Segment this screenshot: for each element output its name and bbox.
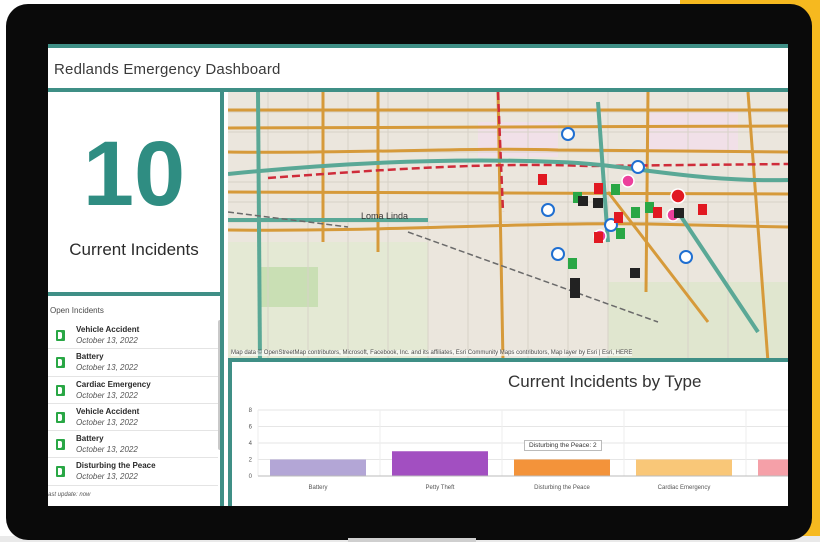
incident-date: October 13, 2022 [76, 417, 138, 427]
x-tick-label: Cardiac Emergency [658, 485, 711, 491]
y-tick-label: 8 [249, 408, 253, 414]
map-canvas [228, 92, 788, 358]
bar-respi[interactable] [758, 459, 788, 477]
list-item[interactable]: Cardiac Emergency October 13, 2022 [48, 377, 218, 404]
device-notch [348, 538, 476, 542]
incident-date: October 13, 2022 [76, 472, 138, 482]
chart-tooltip: Disturbing the Peace: 2 [524, 440, 602, 451]
open-incidents-panel: Open Incidents Vehicle Accident October … [48, 296, 224, 506]
incident-count-indicator: 10 Current Incidents [48, 92, 224, 296]
dashboard-header: Redlands Emergency Dashboard [48, 44, 788, 92]
incident-marker-icon [56, 411, 65, 423]
dashboard-screen: Redlands Emergency Dashboard 10 Current … [48, 44, 788, 506]
incident-name: Battery [76, 434, 104, 444]
bar-petty-theft[interactable] [392, 451, 488, 476]
list-item[interactable]: Battery October 13, 2022 [48, 349, 218, 377]
incident-count-value: 10 [82, 123, 186, 225]
x-tick-label: Battery [308, 485, 327, 491]
y-tick-label: 4 [249, 441, 253, 447]
bar-disturbing-the-peace[interactable] [514, 459, 610, 477]
incident-count-label: Current Incidents [69, 240, 199, 259]
list-scrollbar[interactable] [218, 320, 220, 450]
incident-date: October 13, 2022 [76, 336, 138, 345]
incident-name: Vehicle Accident [76, 406, 140, 416]
incidents-by-type-chart: Current Incidents by Type 0 2 4 6 8 Battery Pe… [228, 362, 788, 506]
bar-battery[interactable] [270, 459, 366, 477]
incident-marker-icon [56, 330, 65, 341]
list-item[interactable]: Disturbing the Peace October 13, 2022 [48, 458, 218, 486]
open-incidents-list: Vehicle Accident October 13, 2022 Batter… [48, 322, 218, 486]
last-update-text: ast update: now [48, 492, 91, 498]
list-item[interactable]: Vehicle Accident October 13, 2022 [48, 322, 218, 350]
map-place-label: Loma Linda [361, 211, 409, 221]
open-incidents-title: Open Incidents [50, 306, 104, 315]
incident-marker-icon [56, 357, 65, 369]
x-tick-label: Petty Theft [426, 485, 455, 491]
incident-marker-icon [56, 439, 65, 451]
laptop-bezel: Redlands Emergency Dashboard 10 Current … [6, 4, 812, 540]
y-tick-label: 2 [249, 458, 253, 464]
bar-cardiac-emergency[interactable] [636, 459, 732, 477]
incident-date: October 13, 2022 [76, 390, 138, 400]
y-tick-label: 0 [249, 474, 253, 480]
incident-name: Disturbing the Peace [76, 461, 156, 471]
map-attribution: Map data © OpenStreetMap contributors, M… [231, 350, 633, 356]
incident-date: October 13, 2022 [76, 363, 138, 373]
incident-date: October 13, 2022 [76, 445, 138, 455]
list-item[interactable]: Battery October 13, 2022 [48, 431, 218, 459]
incident-name: Battery [76, 352, 104, 362]
bar-chart-canvas: 0 2 4 6 8 Battery Petty Theft Disturbing the Pe… [249, 408, 788, 491]
incident-map[interactable]: Loma Linda Map data © OpenStreetMap cont… [228, 92, 788, 362]
incident-name: Vehicle Accident [76, 325, 140, 334]
incident-marker-icon [56, 466, 65, 478]
incident-marker-icon [56, 384, 65, 396]
y-tick-label: 6 [249, 425, 253, 431]
incident-name: Cardiac Emergency [76, 379, 151, 389]
list-item[interactable]: Vehicle Accident October 13, 2022 [48, 404, 218, 432]
dashboard-title: Redlands Emergency Dashboard [54, 61, 281, 78]
x-tick-label: Disturbing the Peace [534, 485, 590, 491]
